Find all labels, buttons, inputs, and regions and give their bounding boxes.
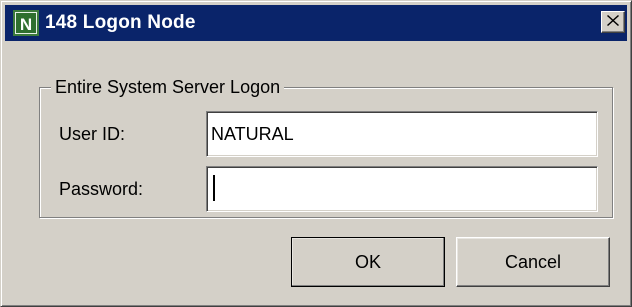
groupbox-label: Entire System Server Logon [51, 75, 285, 99]
cancel-button[interactable]: Cancel [456, 237, 610, 287]
logon-dialog: N 148 Logon Node Entire System Server Lo… [0, 0, 632, 307]
password-label: Password: [59, 179, 144, 199]
svg-text:N: N [20, 15, 32, 34]
close-icon [607, 13, 619, 31]
user-id-label: User ID: [59, 124, 126, 144]
close-button[interactable] [601, 11, 625, 33]
user-id-input[interactable] [206, 111, 598, 157]
title-bar[interactable]: N 148 Logon Node [5, 5, 627, 41]
password-input[interactable] [206, 166, 598, 212]
window-title: 148 Logon Node [45, 12, 196, 33]
natural-app-icon: N [13, 10, 39, 36]
ok-button[interactable]: OK [291, 237, 445, 287]
